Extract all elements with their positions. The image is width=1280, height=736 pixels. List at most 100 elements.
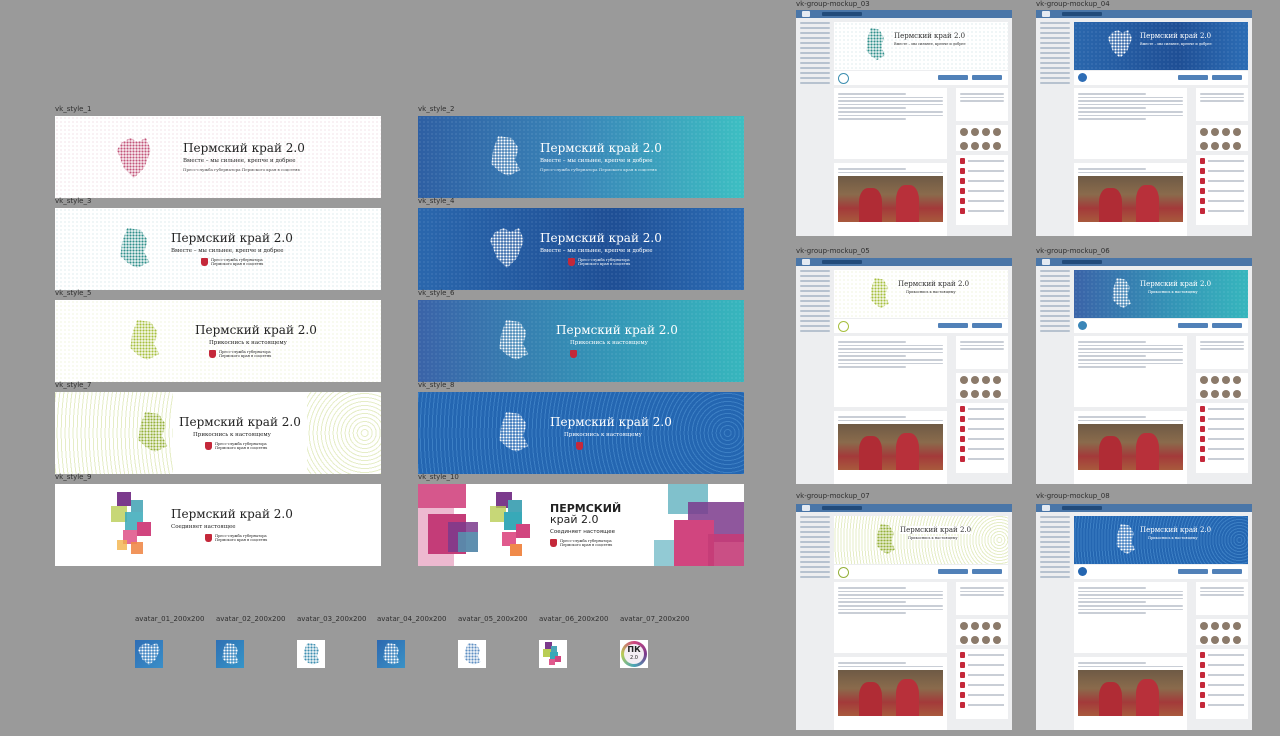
avatar-04[interactable] bbox=[377, 640, 405, 668]
post-card bbox=[834, 163, 947, 236]
cover-vk-style-8[interactable]: Пермский край 2.0 Прикоснись к настоящем… bbox=[418, 392, 744, 474]
vk-search-input bbox=[1062, 260, 1102, 264]
fingerprint-region-icon bbox=[138, 412, 168, 452]
mockup-label[interactable]: vk-group-mockup_05 bbox=[796, 247, 870, 255]
vk-top-bar bbox=[796, 10, 1012, 18]
press-service: Пресс-служба губернатора Пермского края … bbox=[205, 534, 293, 543]
avatar-05[interactable] bbox=[458, 640, 486, 668]
cover-subtitle: Прикоснись к настоящему bbox=[564, 432, 642, 439]
vk-group-mockup-08[interactable]: Пермский край 2.0 Прикоснись к настоящем… bbox=[1036, 504, 1252, 730]
members-card bbox=[1196, 373, 1248, 399]
vk-group-mockup-04[interactable]: Пермский край 2.0 Вместе – мы сильнее, к… bbox=[1036, 10, 1252, 236]
logo-mark-2: 2.0 bbox=[630, 655, 638, 661]
post-photo bbox=[838, 670, 943, 717]
mock-cover-subtitle: Прикоснись к настоящему bbox=[1148, 290, 1198, 294]
vk-top-bar bbox=[1036, 10, 1252, 18]
frame-label[interactable]: vk_style_10 bbox=[418, 473, 459, 481]
fingerprint-region-icon bbox=[464, 643, 481, 665]
vk-top-bar bbox=[1036, 504, 1252, 512]
vk-group-mockup-07[interactable]: Пермский край 2.0 Прикоснись к настоящем… bbox=[796, 504, 1012, 730]
frame-label[interactable]: vk_style_7 bbox=[55, 381, 91, 389]
members-card bbox=[1196, 125, 1248, 151]
vk-group-mockup-05[interactable]: Пермский край 2.0 Прикоснись к настоящем… bbox=[796, 258, 1012, 484]
avatar-label[interactable]: avatar_04_200x200 bbox=[377, 615, 446, 623]
cover-subtitle: Прикоснись к настоящему bbox=[570, 340, 648, 347]
avatar-06[interactable] bbox=[539, 640, 567, 668]
press-service: Пресс-служба губернатора Пермского края … bbox=[568, 258, 662, 267]
contacts-card bbox=[956, 403, 1008, 473]
frame-label[interactable]: vk_style_6 bbox=[418, 289, 454, 297]
cover-subtitle: Вместе – мы сильнее, крепче и добрее bbox=[540, 158, 653, 165]
cover-caption: Пресс-служба губернатора Пермского края … bbox=[540, 167, 657, 173]
fingerprint-region-icon bbox=[876, 524, 895, 554]
frame-label[interactable]: vk_style_5 bbox=[55, 289, 91, 297]
press-service bbox=[570, 350, 678, 359]
vk-logo-icon bbox=[802, 505, 810, 511]
group-info bbox=[834, 71, 1008, 85]
press-text: Пресс-служба губернатора Пермского края … bbox=[215, 533, 268, 543]
right-column bbox=[1196, 88, 1248, 236]
region-map-icon bbox=[303, 643, 320, 665]
frame-label[interactable]: vk_style_9 bbox=[55, 473, 91, 481]
cover-subtitle: Соединяет настоящее bbox=[171, 523, 236, 530]
avatar-label[interactable]: avatar_05_200x200 bbox=[458, 615, 527, 623]
crest-icon bbox=[205, 534, 212, 543]
cover-vk-style-9[interactable]: Пермский край 2.0 Соединяет настоящее Пр… bbox=[55, 484, 381, 566]
links-card bbox=[956, 336, 1008, 369]
frame-label[interactable]: vk_style_3 bbox=[55, 197, 91, 205]
vk-group-mockup-03[interactable]: Пермский край 2.0 Вместе – мы сильнее, к… bbox=[796, 10, 1012, 236]
post-photo bbox=[1078, 424, 1183, 471]
mosaic-region-icon bbox=[543, 642, 561, 665]
vk-sidebar bbox=[1040, 516, 1070, 581]
vk-logo-icon bbox=[802, 259, 810, 265]
avatar-label[interactable]: avatar_06_200x200 bbox=[539, 615, 608, 623]
frame-label[interactable]: vk_style_8 bbox=[418, 381, 454, 389]
avatar-label[interactable]: avatar_02_200x200 bbox=[216, 615, 285, 623]
links-card bbox=[956, 582, 1008, 615]
crest-icon bbox=[205, 442, 212, 451]
message-button bbox=[972, 323, 1002, 328]
frame-label[interactable]: vk_style_4 bbox=[418, 197, 454, 205]
wall bbox=[1074, 336, 1187, 484]
cover-vk-style-3[interactable]: Пермский край 2.0 Вместе – мы сильнее, к… bbox=[55, 208, 381, 290]
avatar-label[interactable]: avatar_01_200x200 bbox=[135, 615, 204, 623]
vk-search-input bbox=[822, 12, 862, 16]
mock-cover: Пермский край 2.0 Прикоснись к настоящем… bbox=[1074, 516, 1248, 564]
cover-subtitle: Вместе – мы сильнее, крепче и добрее bbox=[171, 247, 284, 254]
mockup-label[interactable]: vk-group-mockup_03 bbox=[796, 0, 870, 8]
avatar-02[interactable] bbox=[216, 640, 244, 668]
avatar-03[interactable] bbox=[297, 640, 325, 668]
cover-vk-style-4[interactable]: Пермский край 2.0 Вместе – мы сильнее, к… bbox=[418, 208, 744, 290]
message-button bbox=[1212, 75, 1242, 80]
vk-logo-icon bbox=[1042, 11, 1050, 17]
group-avatar bbox=[838, 321, 849, 332]
mockup-label[interactable]: vk-group-mockup_08 bbox=[1036, 492, 1110, 500]
frame-label[interactable]: vk_style_2 bbox=[418, 105, 454, 113]
cover-vk-style-7[interactable]: Пермский край 2.0 Прикоснись к настоящем… bbox=[55, 392, 381, 474]
vk-logo-icon bbox=[1042, 505, 1050, 511]
cover-vk-style-2[interactable]: Пермский край 2.0 Вместе – мы сильнее, к… bbox=[418, 116, 744, 198]
post-photo bbox=[838, 176, 943, 223]
cover-vk-style-10[interactable]: ПЕРМСКИЙ край 2.0 Соединяет настоящее Пр… bbox=[418, 484, 744, 566]
avatar-label[interactable]: avatar_07_200x200 bbox=[620, 615, 689, 623]
cover-title: Пермский край 2.0 bbox=[540, 230, 662, 245]
cover-vk-style-6[interactable]: Пермский край 2.0 Прикоснись к настоящем… bbox=[418, 300, 744, 382]
cover-subtitle: Прикоснись к настоящему bbox=[209, 339, 287, 346]
avatar-01[interactable] bbox=[135, 640, 163, 668]
mock-cover: Пермский край 2.0 Вместе – мы сильнее, к… bbox=[1074, 22, 1248, 70]
mockup-label[interactable]: vk-group-mockup_06 bbox=[1036, 247, 1110, 255]
post-photo bbox=[1078, 670, 1183, 717]
mockup-label[interactable]: vk-group-mockup_07 bbox=[796, 492, 870, 500]
avatar-label[interactable]: avatar_03_200x200 bbox=[297, 615, 366, 623]
cover-title: Пермский край 2.0 bbox=[556, 322, 678, 337]
mock-cover-subtitle: Прикоснись к настоящему bbox=[906, 290, 956, 294]
frame-label[interactable]: vk_style_1 bbox=[55, 105, 91, 113]
vk-group-mockup-06[interactable]: Пермский край 2.0 Прикоснись к настоящем… bbox=[1036, 258, 1252, 484]
cover-title-2: край 2.0 bbox=[550, 512, 599, 526]
wall bbox=[834, 582, 947, 730]
cover-vk-style-5[interactable]: Пермский край 2.0 Прикоснись к настоящем… bbox=[55, 300, 381, 382]
mock-cover-title: Пермский край 2.0 bbox=[1140, 526, 1212, 534]
cover-vk-style-1[interactable]: Пермский край 2.0 Вместе – мы сильнее, к… bbox=[55, 116, 381, 198]
mockup-label[interactable]: vk-group-mockup_04 bbox=[1036, 0, 1110, 8]
avatar-07[interactable]: ПК 2.0 bbox=[620, 640, 648, 668]
